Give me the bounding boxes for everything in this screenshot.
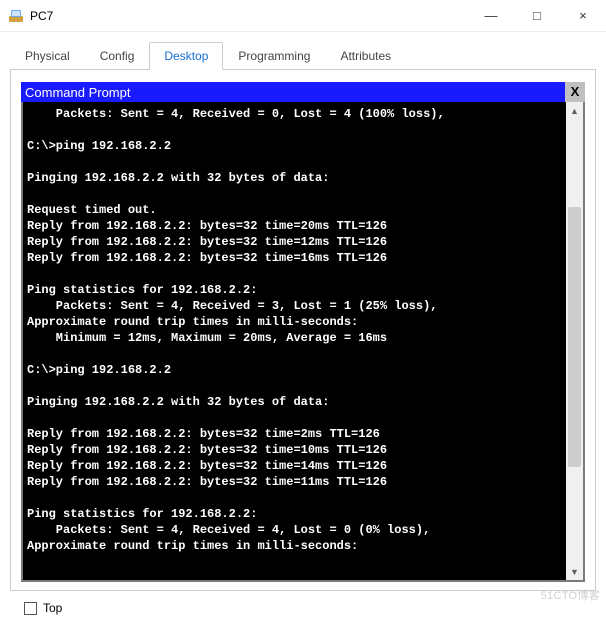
scroll-up-arrow-icon[interactable]: ▲ — [566, 102, 583, 119]
terminal-container: Packets: Sent = 4, Received = 0, Lost = … — [21, 102, 585, 582]
client-area: Physical Config Desktop Programming Attr… — [0, 32, 606, 625]
maximize-button[interactable]: □ — [514, 0, 560, 31]
top-checkbox-label: Top — [43, 601, 62, 615]
command-prompt-close-button[interactable]: X — [565, 82, 585, 102]
scrollbar-track[interactable] — [566, 119, 583, 563]
scrollbar-thumb[interactable] — [568, 207, 581, 467]
command-prompt-titlebar[interactable]: Command Prompt X — [21, 82, 585, 102]
window-title: PC7 — [30, 9, 468, 23]
scroll-down-arrow-icon[interactable]: ▼ — [566, 563, 583, 580]
tab-strip: Physical Config Desktop Programming Attr… — [10, 42, 596, 70]
top-checkbox[interactable] — [24, 602, 37, 615]
footer: Top — [10, 591, 596, 625]
tab-attributes[interactable]: Attributes — [325, 42, 406, 70]
window-titlebar: PC7 — □ × — [0, 0, 606, 32]
close-button[interactable]: × — [560, 0, 606, 31]
tab-config[interactable]: Config — [85, 42, 150, 70]
tab-physical[interactable]: Physical — [10, 42, 85, 70]
command-prompt-title: Command Prompt — [25, 85, 565, 100]
tab-desktop[interactable]: Desktop — [149, 42, 223, 70]
scrollbar[interactable]: ▲ ▼ — [566, 102, 583, 580]
terminal-output[interactable]: Packets: Sent = 4, Received = 0, Lost = … — [23, 102, 566, 580]
app-icon — [8, 8, 24, 24]
desktop-panel: Command Prompt X Packets: Sent = 4, Rece… — [10, 70, 596, 591]
window-controls: — □ × — [468, 0, 606, 31]
minimize-button[interactable]: — — [468, 0, 514, 31]
tab-programming[interactable]: Programming — [223, 42, 325, 70]
